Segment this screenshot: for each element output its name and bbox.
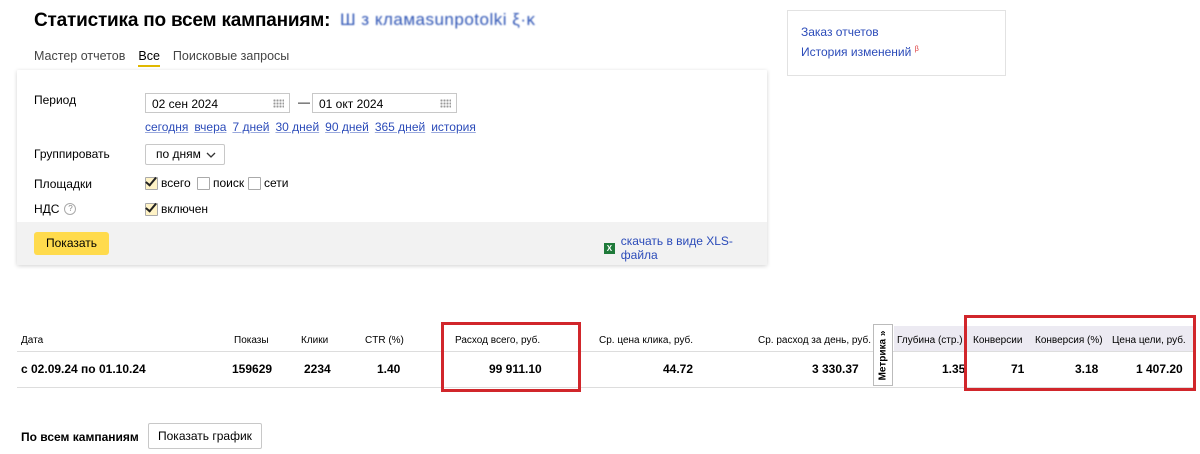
highlight-box-spend xyxy=(441,322,581,392)
side-links-box: Заказ отчетов История изменений β xyxy=(787,10,1006,76)
tabs: Мастер отчетов Все Поисковые запросы xyxy=(34,49,289,67)
date-from-value: 02 сен 2024 xyxy=(152,97,219,111)
highlight-box-goals xyxy=(964,315,1196,391)
cell-date: с 02.09.24 по 01.10.24 xyxy=(21,362,146,376)
help-icon[interactable]: ? xyxy=(64,203,77,215)
date-from-input[interactable]: 02 сен 2024 xyxy=(145,93,290,113)
chevron-down-icon xyxy=(206,152,216,158)
all-campaigns-label: По всем кампаниям xyxy=(21,430,139,444)
calendar-icon[interactable] xyxy=(440,99,451,108)
cell-cpc: 44.72 xyxy=(663,362,694,376)
cell-impressions: 159629 xyxy=(232,362,273,376)
vat-checkbox[interactable] xyxy=(145,202,158,216)
tab-search-queries[interactable]: Поисковые запросы xyxy=(173,49,289,63)
campaign-name-blurred: Ш з кламаsunpotolki ξ·κ xyxy=(340,10,536,29)
platform-all-label: всего xyxy=(161,176,191,190)
xls-download-link[interactable]: X скачать в виде XLS-файла xyxy=(604,234,767,262)
show-graph-button[interactable]: Показать график xyxy=(148,423,262,449)
col-impressions[interactable]: Показы xyxy=(234,335,269,346)
date-to-value: 01 окт 2024 xyxy=(319,97,384,111)
platforms-label: Площадки xyxy=(34,177,92,191)
col-clicks[interactable]: Клики xyxy=(301,335,328,346)
calendar-icon[interactable] xyxy=(273,99,284,108)
quick-ranges: сегодня вчера 7 дней 30 дней 90 дней 365… xyxy=(145,120,476,134)
col-cpc[interactable]: Ср. цена клика, руб. xyxy=(599,335,693,346)
group-select-value: по дням xyxy=(156,147,201,161)
cell-clicks: 2234 xyxy=(304,362,331,376)
col-date[interactable]: Дата xyxy=(21,335,43,346)
col-daily-spend[interactable]: Ср. расход за день, руб. xyxy=(758,335,871,346)
range-7-days[interactable]: 7 дней xyxy=(232,120,269,134)
range-history[interactable]: история xyxy=(431,120,476,134)
order-reports-link[interactable]: Заказ отчетов xyxy=(801,25,1005,39)
col-ctr[interactable]: CTR (%) xyxy=(365,335,404,346)
vat-option[interactable]: включен xyxy=(145,202,208,216)
excel-icon: X xyxy=(604,242,615,254)
date-to-input[interactable]: 01 окт 2024 xyxy=(312,93,457,113)
platform-search-option[interactable]: поиск xyxy=(197,176,244,190)
change-history-label: История изменений xyxy=(801,45,912,59)
platform-search-checkbox[interactable] xyxy=(197,176,210,190)
vat-label-wrap: НДС ? xyxy=(34,202,77,216)
cell-daily-spend: 3 330.37 xyxy=(812,362,859,376)
stats-table: Дата Показы Клики CTR (%) Расход всего, … xyxy=(17,315,1196,392)
range-30-days[interactable]: 30 дней xyxy=(275,120,319,134)
period-label: Период xyxy=(34,93,77,107)
range-90-days[interactable]: 90 дней xyxy=(325,120,369,134)
range-365-days[interactable]: 365 дней xyxy=(375,120,425,134)
metrika-label: Метрика » xyxy=(877,330,889,380)
metrika-toggle[interactable]: Метрика » xyxy=(873,324,893,386)
change-history-link[interactable]: История изменений β xyxy=(801,45,1005,59)
platform-all-checkbox[interactable] xyxy=(145,176,158,190)
panel-footer: Показать X скачать в виде XLS-файла xyxy=(17,222,767,265)
beta-badge: β xyxy=(914,46,919,53)
group-select[interactable]: по дням xyxy=(145,144,225,165)
platform-networks-option[interactable]: сети xyxy=(248,176,288,190)
filter-panel: Период 02 сен 2024 — 01 окт 2024 сегодня… xyxy=(17,70,767,265)
show-button[interactable]: Показать xyxy=(34,232,110,255)
platform-networks-label: сети xyxy=(264,176,289,190)
platform-search-label: поиск xyxy=(213,176,245,190)
vat-label: НДС xyxy=(34,202,60,216)
platform-all-option[interactable]: всего xyxy=(145,176,191,190)
date-dash: — xyxy=(298,95,310,109)
col-depth[interactable]: Глубина (стр.) xyxy=(897,335,963,346)
cell-depth: 1.35 xyxy=(942,362,966,376)
page-title: Статистика по всем кампаниям: xyxy=(34,10,331,31)
tab-report-wizard[interactable]: Мастер отчетов xyxy=(34,49,125,63)
platform-networks-checkbox[interactable] xyxy=(248,176,261,190)
range-today[interactable]: сегодня xyxy=(145,120,188,134)
tab-all[interactable]: Все xyxy=(138,49,160,67)
range-yesterday[interactable]: вчера xyxy=(194,120,226,134)
group-label: Группировать xyxy=(34,147,110,161)
vat-option-label: включен xyxy=(161,202,209,216)
cell-ctr: 1.40 xyxy=(377,362,401,376)
xls-link-label: скачать в виде XLS-файла xyxy=(620,234,733,262)
